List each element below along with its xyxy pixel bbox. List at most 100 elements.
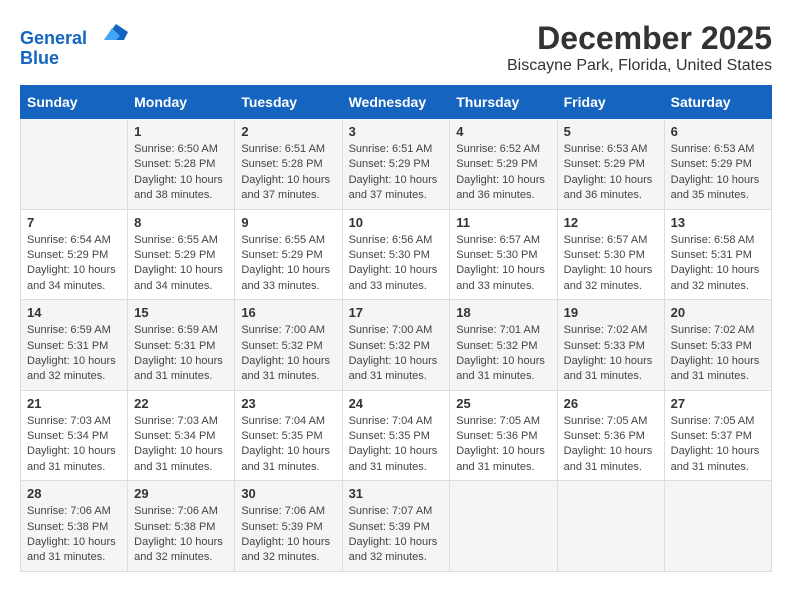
- subtitle: Biscayne Park, Florida, United States: [507, 57, 772, 75]
- calendar-cell: 27Sunrise: 7:05 AMSunset: 5:37 PMDayligh…: [664, 390, 771, 481]
- day-info: Sunrise: 6:57 AMSunset: 5:30 PMDaylight:…: [456, 233, 550, 295]
- day-number: 5: [564, 124, 658, 139]
- day-info: Sunrise: 7:05 AMSunset: 5:37 PMDaylight:…: [671, 414, 765, 476]
- header-friday: Friday: [557, 86, 664, 119]
- calendar-cell: 11 Sunrise: 6:57 AMSunset: 5:30 PMDayligh…: [450, 209, 557, 300]
- calendar-cell: 26 Sunrise: 7:05 AMSunset: 5:36 PMDayligh…: [557, 390, 664, 481]
- day-info: Sunrise: 6:53 AMSunset: 5:29 PMDaylight:…: [671, 142, 765, 204]
- day-number: 17: [349, 305, 444, 320]
- logo-blue: Blue: [20, 49, 128, 69]
- logo-icon: [96, 20, 128, 44]
- day-number: 15: [134, 305, 228, 320]
- day-info: Sunrise: 7:02 AMSunset: 5:33 PMDaylight:…: [564, 323, 658, 385]
- week-row-1: 1 Sunrise: 6:50 AMSunset: 5:28 PMDaylight…: [21, 119, 772, 210]
- calendar-cell: 13 Sunrise: 6:58 AMSunset: 5:31 PMDayligh…: [664, 209, 771, 300]
- calendar-cell: [21, 119, 128, 210]
- calendar-cell: 8 Sunrise: 6:55 AMSunset: 5:29 PMDaylight…: [128, 209, 235, 300]
- calendar-table: SundayMondayTuesdayWednesdayThursdayFrid…: [20, 85, 772, 572]
- day-number: 4: [456, 124, 550, 139]
- day-info: Sunrise: 7:05 AMSunset: 5:36 PMDaylight:…: [564, 414, 658, 476]
- calendar-cell: 29 Sunrise: 7:06 AMSunset: 5:38 PMDayligh…: [128, 481, 235, 572]
- calendar-cell: 20 Sunrise: 7:02 AMSunset: 5:33 PMDayligh…: [664, 300, 771, 391]
- day-number: 1: [134, 124, 228, 139]
- page-header: General Blue December 2025 Biscayne Park…: [20, 20, 772, 75]
- calendar-cell: 21 Sunrise: 7:03 AMSunset: 5:34 PMDayligh…: [21, 390, 128, 481]
- day-number: 8: [134, 215, 228, 230]
- calendar-cell: 30 Sunrise: 7:06 AMSunset: 5:39 PMDayligh…: [235, 481, 342, 572]
- day-info: Sunrise: 6:55 AMSunset: 5:29 PMDaylight:…: [134, 233, 228, 295]
- day-number: 29: [134, 486, 228, 501]
- week-row-5: 28 Sunrise: 7:06 AMSunset: 5:38 PMDayligh…: [21, 481, 772, 572]
- day-info: Sunrise: 6:56 AMSunset: 5:30 PMDaylight:…: [349, 233, 444, 295]
- day-info: Sunrise: 6:53 AMSunset: 5:29 PMDaylight:…: [564, 142, 658, 204]
- day-number: 3: [349, 124, 444, 139]
- calendar-cell: 4 Sunrise: 6:52 AMSunset: 5:29 PMDaylight…: [450, 119, 557, 210]
- day-info: Sunrise: 6:54 AMSunset: 5:29 PMDaylight:…: [27, 233, 121, 295]
- day-number: 31: [349, 486, 444, 501]
- day-info: Sunrise: 7:06 AMSunset: 5:38 PMDaylight:…: [134, 504, 228, 566]
- day-info: Sunrise: 7:03 AMSunset: 5:34 PMDaylight:…: [27, 414, 121, 476]
- day-number: 22: [134, 396, 228, 411]
- calendar-cell: [557, 481, 664, 572]
- day-info: Sunrise: 6:55 AMSunset: 5:29 PMDaylight:…: [241, 233, 335, 295]
- day-number: 23: [241, 396, 335, 411]
- calendar-cell: 9 Sunrise: 6:55 AMSunset: 5:29 PMDaylight…: [235, 209, 342, 300]
- day-info: Sunrise: 6:59 AMSunset: 5:31 PMDaylight:…: [134, 323, 228, 385]
- day-info: Sunrise: 6:57 AMSunset: 5:30 PMDaylight:…: [564, 233, 658, 295]
- header-thursday: Thursday: [450, 86, 557, 119]
- logo-text: General: [20, 20, 128, 49]
- calendar-cell: 23 Sunrise: 7:04 AMSunset: 5:35 PMDayligh…: [235, 390, 342, 481]
- day-number: 12: [564, 215, 658, 230]
- calendar-cell: 10Sunrise: 6:56 AMSunset: 5:30 PMDayligh…: [342, 209, 450, 300]
- logo-general: General: [20, 28, 87, 48]
- header-wednesday: Wednesday: [342, 86, 450, 119]
- day-number: 13: [671, 215, 765, 230]
- day-info: Sunrise: 6:52 AMSunset: 5:29 PMDaylight:…: [456, 142, 550, 204]
- calendar-cell: 15 Sunrise: 6:59 AMSunset: 5:31 PMDayligh…: [128, 300, 235, 391]
- day-number: 7: [27, 215, 121, 230]
- day-info: Sunrise: 7:01 AMSunset: 5:32 PMDaylight:…: [456, 323, 550, 385]
- day-info: Sunrise: 7:00 AMSunset: 5:32 PMDaylight:…: [349, 323, 444, 385]
- day-info: Sunrise: 6:58 AMSunset: 5:31 PMDaylight:…: [671, 233, 765, 295]
- day-info: Sunrise: 7:02 AMSunset: 5:33 PMDaylight:…: [671, 323, 765, 385]
- day-number: 30: [241, 486, 335, 501]
- calendar-cell: 28 Sunrise: 7:06 AMSunset: 5:38 PMDayligh…: [21, 481, 128, 572]
- day-number: 18: [456, 305, 550, 320]
- header-row: SundayMondayTuesdayWednesdayThursdayFrid…: [21, 86, 772, 119]
- day-info: Sunrise: 7:06 AMSunset: 5:39 PMDaylight:…: [241, 504, 335, 566]
- calendar-cell: 19 Sunrise: 7:02 AMSunset: 5:33 PMDayligh…: [557, 300, 664, 391]
- day-info: Sunrise: 7:05 AMSunset: 5:36 PMDaylight:…: [456, 414, 550, 476]
- day-number: 2: [241, 124, 335, 139]
- day-number: 6: [671, 124, 765, 139]
- title-area: December 2025 Biscayne Park, Florida, Un…: [507, 20, 772, 75]
- calendar-cell: 31Sunrise: 7:07 AMSunset: 5:39 PMDayligh…: [342, 481, 450, 572]
- main-title: December 2025: [507, 20, 772, 57]
- calendar-cell: 24 Sunrise: 7:04 AMSunset: 5:35 PMDayligh…: [342, 390, 450, 481]
- day-info: Sunrise: 7:04 AMSunset: 5:35 PMDaylight:…: [349, 414, 444, 476]
- day-number: 14: [27, 305, 121, 320]
- week-row-2: 7 Sunrise: 6:54 AMSunset: 5:29 PMDaylight…: [21, 209, 772, 300]
- day-number: 11: [456, 215, 550, 230]
- day-number: 20: [671, 305, 765, 320]
- calendar-cell: 17 Sunrise: 7:00 AMSunset: 5:32 PMDayligh…: [342, 300, 450, 391]
- calendar-cell: 18 Sunrise: 7:01 AMSunset: 5:32 PMDayligh…: [450, 300, 557, 391]
- calendar-cell: 25Sunrise: 7:05 AMSunset: 5:36 PMDayligh…: [450, 390, 557, 481]
- day-number: 19: [564, 305, 658, 320]
- day-info: Sunrise: 7:04 AMSunset: 5:35 PMDaylight:…: [241, 414, 335, 476]
- day-info: Sunrise: 7:06 AMSunset: 5:38 PMDaylight:…: [27, 504, 121, 566]
- calendar-cell: 1 Sunrise: 6:50 AMSunset: 5:28 PMDaylight…: [128, 119, 235, 210]
- calendar-cell: 14Sunrise: 6:59 AMSunset: 5:31 PMDayligh…: [21, 300, 128, 391]
- day-number: 21: [27, 396, 121, 411]
- day-info: Sunrise: 7:03 AMSunset: 5:34 PMDaylight:…: [134, 414, 228, 476]
- day-info: Sunrise: 7:00 AMSunset: 5:32 PMDaylight:…: [241, 323, 335, 385]
- day-info: Sunrise: 6:50 AMSunset: 5:28 PMDaylight:…: [134, 142, 228, 204]
- header-sunday: Sunday: [21, 86, 128, 119]
- day-number: 26: [564, 396, 658, 411]
- calendar-cell: 12 Sunrise: 6:57 AMSunset: 5:30 PMDayligh…: [557, 209, 664, 300]
- day-number: 24: [349, 396, 444, 411]
- calendar-cell: 5 Sunrise: 6:53 AMSunset: 5:29 PMDaylight…: [557, 119, 664, 210]
- header-monday: Monday: [128, 86, 235, 119]
- calendar-cell: 16Sunrise: 7:00 AMSunset: 5:32 PMDayligh…: [235, 300, 342, 391]
- day-number: 9: [241, 215, 335, 230]
- day-number: 28: [27, 486, 121, 501]
